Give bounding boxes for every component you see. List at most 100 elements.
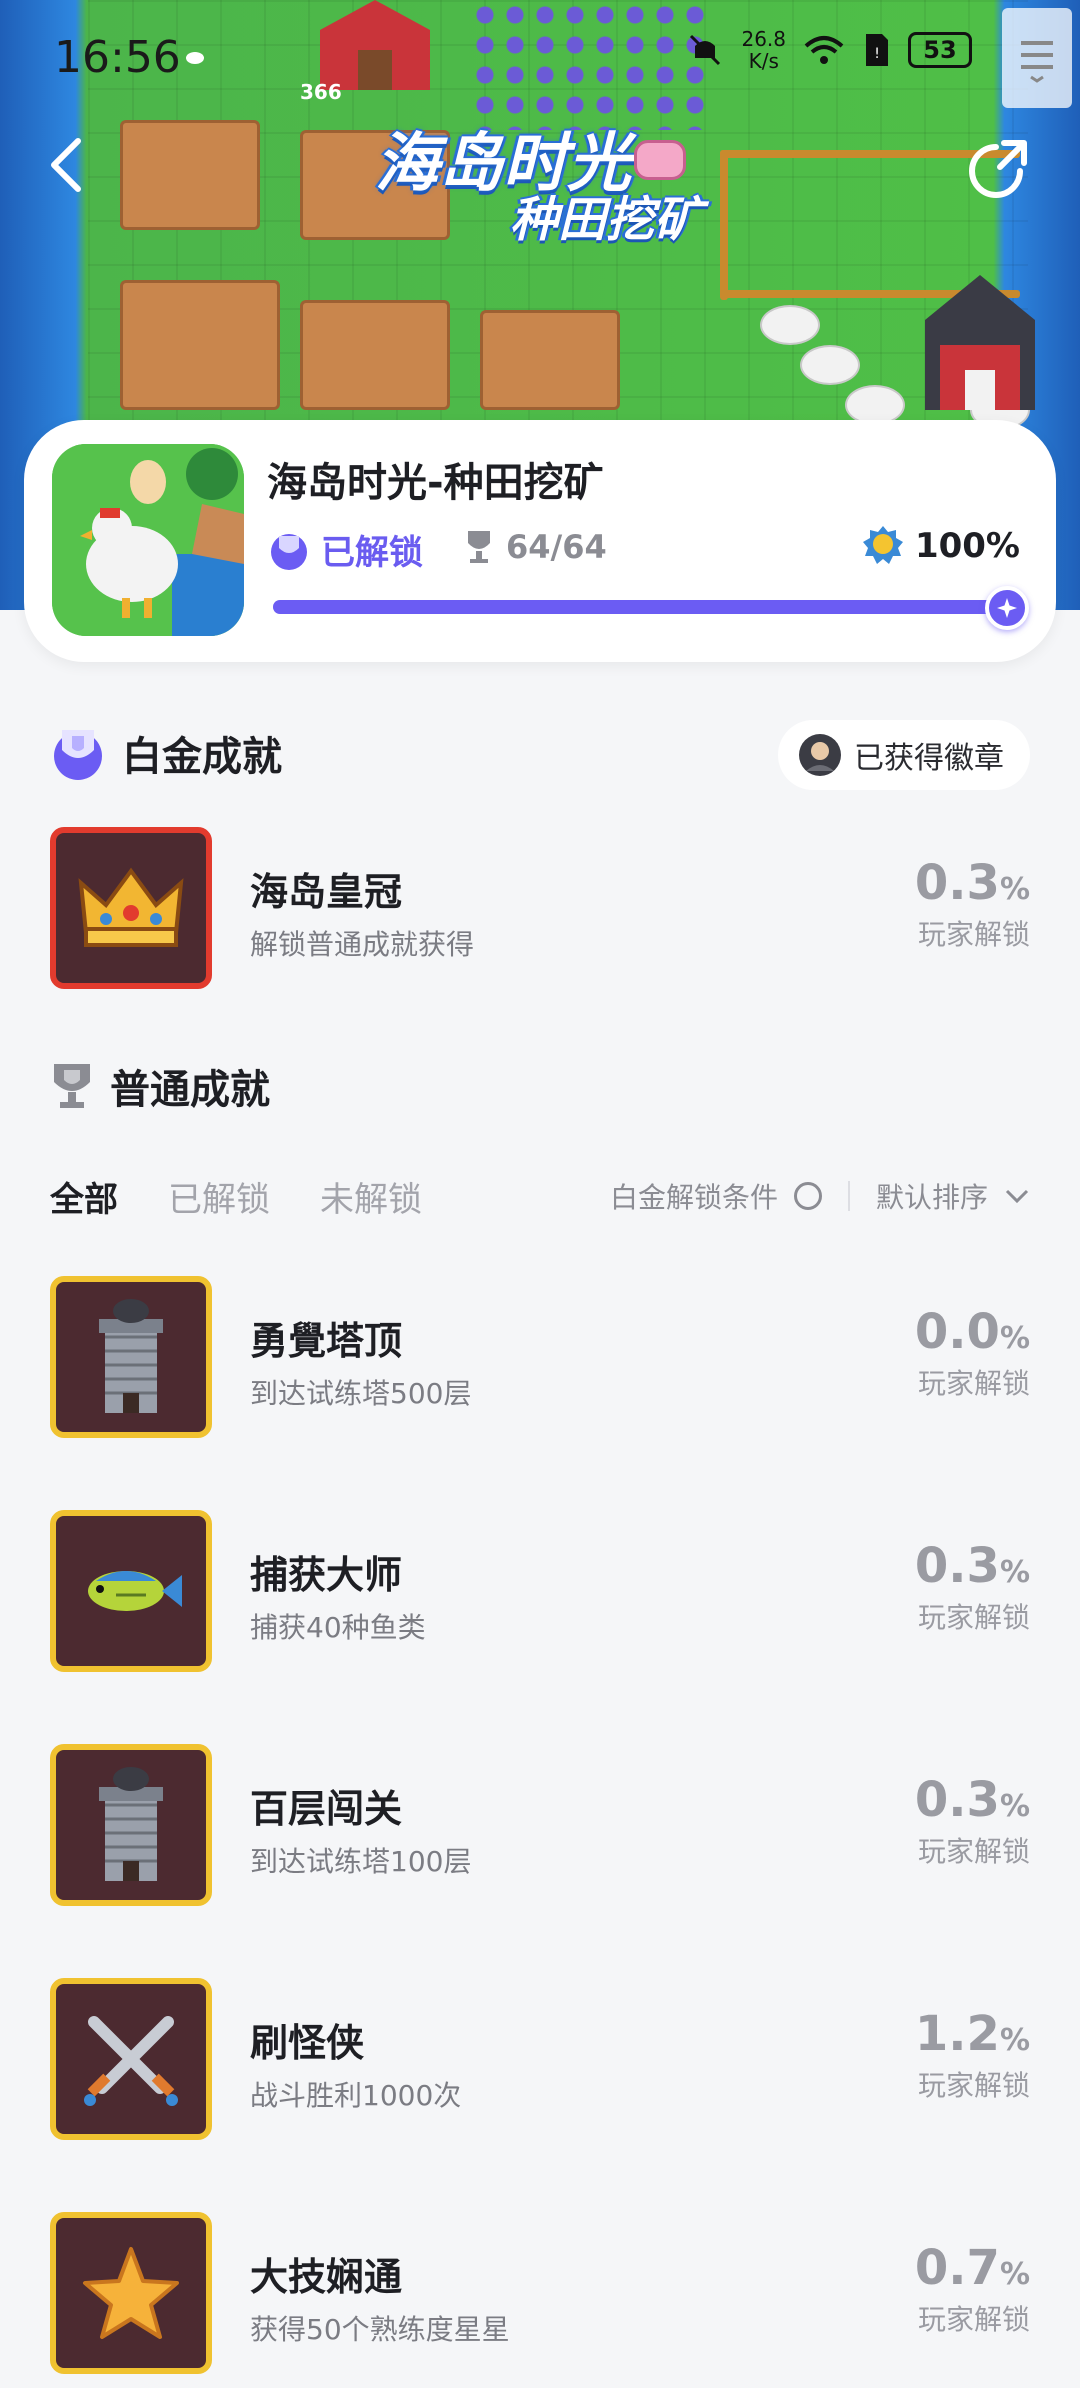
crown-icon [50,827,212,989]
avatar-badge-icon [799,734,841,776]
net-speed-value: 26.8 [741,27,786,51]
earned-badges-button[interactable]: 已获得徽章 [778,720,1030,790]
platinum-achievement-item[interactable]: 海岛皇冠 解锁普通成就获得 0.3% 玩家解锁 [50,827,1030,989]
unlock-rate-label: 玩家解锁 [917,2303,1030,2336]
platinum-section-heading: 白金成就 [50,724,282,782]
normal-heading-text: 普通成就 [110,1067,270,1113]
svg-text:!: ! [874,46,880,62]
unlock-rate-value: 0.0 [914,1304,1000,1360]
chicken-icon [52,444,244,636]
achievement-item[interactable]: 勇覺塔顶 到达试练塔500层 0.0% 玩家解锁 [50,1276,1030,1438]
unlock-rate-value: 0.3 [914,1538,1000,1594]
share-icon [969,140,1027,198]
unlock-rate-unit: % [999,2257,1030,2292]
completion-progress-bar [273,586,1029,630]
mute-icon [690,34,721,66]
achievement-name: 大技娴通 [250,2255,403,2299]
achievement-name: 刷怪侠 [250,2021,365,2065]
pig-icon [634,140,686,180]
achievement-desc: 捕获40种鱼类 [250,1611,426,1644]
back-button[interactable] [48,130,108,200]
unlock-rate-value: 0.3 [914,1772,1000,1828]
tab-locked[interactable]: 未解锁 [320,1172,422,1221]
tab-all[interactable]: 全部 [50,1172,118,1221]
platinum-trophy-icon [54,730,102,780]
platinum-condition-radio[interactable] [793,1182,822,1210]
completion-percent: 100% [862,524,1020,568]
unlock-rate-label: 玩家解锁 [917,1601,1030,1634]
earned-badges-label: 已获得徽章 [854,741,1004,776]
achievement-desc: 到达试练塔500层 [250,1377,472,1410]
sort-dropdown[interactable]: 默认排序 [876,1176,988,1216]
achievement-item[interactable]: 刷怪侠 战斗胜利1000次 1.2% 玩家解锁 [50,1978,1030,2140]
platinum-trophy-icon [271,533,307,570]
unlock-status-label: 已解锁 [321,533,423,573]
tower-icon [50,1744,212,1906]
game-app-icon[interactable] [52,444,244,636]
fish-icon [50,1510,212,1672]
clock: 16:56 [54,32,181,83]
achievement-desc: 到达试练塔100层 [250,1845,472,1878]
net-speed-unit: K/s [748,49,779,73]
unlock-rate-unit: % [999,1555,1030,1590]
network-speed: 26.8 K/s [741,28,786,72]
list-filters: 白金解锁条件 默认排序 [610,1176,1030,1216]
completion-value: 100% [914,526,1020,566]
trophy-count: 64/64 [464,528,607,566]
achievement-item[interactable]: 大技娴通 获得50个熟练度星星 0.7% 玩家解锁 [50,2212,1030,2374]
tower-icon [50,1276,212,1438]
trophy-count-value: 64/64 [506,528,607,566]
unlock-rate-label: 玩家解锁 [917,1835,1030,1868]
sparkle-icon [997,598,1017,618]
normal-section-heading: 普通成就 [50,1057,270,1115]
unlock-rate-label: 玩家解锁 [917,2069,1030,2102]
medal-icon [862,526,903,564]
achievement-filter-tabs: 全部 已解锁 未解锁 [50,1172,422,1221]
status-bar: 16:56 26.8 K/s ! 53 [0,0,1080,110]
unlock-rate-value: 0.3 [914,855,1000,911]
unlock-rate: 0.3% 玩家解锁 [915,1772,1030,1870]
cloud-icon [186,52,204,64]
wifi-icon [804,36,844,64]
unlock-status: 已解锁 [267,525,423,574]
unlock-rate-unit: % [999,1321,1030,1356]
unlock-rate-value: 1.2 [914,2006,1000,2062]
achievement-name: 海岛皇冠 [250,870,403,914]
achievement-name: 勇覺塔顶 [250,1319,403,1363]
filter-divider [847,1181,850,1211]
battery-indicator: 53 [908,32,972,68]
trophy-icon [54,1064,90,1108]
unlock-rate-value: 0.7 [914,2240,1000,2296]
barn-icon [925,275,1035,410]
floating-menu-button[interactable] [1002,8,1072,108]
menu-lines-icon [1021,41,1053,83]
crossed-swords-icon [50,1978,212,2140]
achievement-desc: 解锁普通成就获得 [250,928,475,961]
achievements-page: 366 海岛时光 种田挖矿 16:56 26.8 K/s ! 53 海岛时光-种… [0,0,1080,2388]
share-button[interactable] [964,135,1032,203]
platinum-condition-label: 白金解锁条件 [609,1181,778,1214]
progress-knob [985,586,1029,630]
trophy-icon [468,531,490,563]
unlock-rate-unit: % [999,2023,1030,2058]
unlock-rate-label: 玩家解锁 [917,1367,1030,1400]
achievement-name: 捕获大师 [250,1553,403,1597]
chevron-down-icon [1005,1189,1029,1204]
unlock-rate: 0.3% 玩家解锁 [915,855,1030,953]
game-title: 海岛时光-种田挖矿 [267,460,604,506]
unlock-rate-unit: % [999,872,1030,907]
game-summary-card: 海岛时光-种田挖矿 已解锁 64/64 100% [24,420,1056,662]
achievement-name: 百层闯关 [250,1787,403,1831]
achievement-item[interactable]: 百层闯关 到达试练塔100层 0.3% 玩家解锁 [50,1744,1030,1906]
unlock-rate: 0.0% 玩家解锁 [915,1304,1030,1402]
banner-subtitle: 种田挖矿 [510,192,703,248]
unlock-rate: 1.2% 玩家解锁 [915,2006,1030,2104]
unlock-rate: 0.7% 玩家解锁 [915,2240,1030,2338]
achievement-item[interactable]: 捕获大师 捕获40种鱼类 0.3% 玩家解锁 [50,1510,1030,1672]
unlock-rate-unit: % [999,1789,1030,1824]
star-icon [50,2212,212,2374]
tab-unlocked[interactable]: 已解锁 [168,1172,270,1221]
platinum-heading-text: 白金成就 [122,734,282,780]
sim-icon: ! [866,34,888,66]
unlock-rate-label: 玩家解锁 [917,918,1030,951]
